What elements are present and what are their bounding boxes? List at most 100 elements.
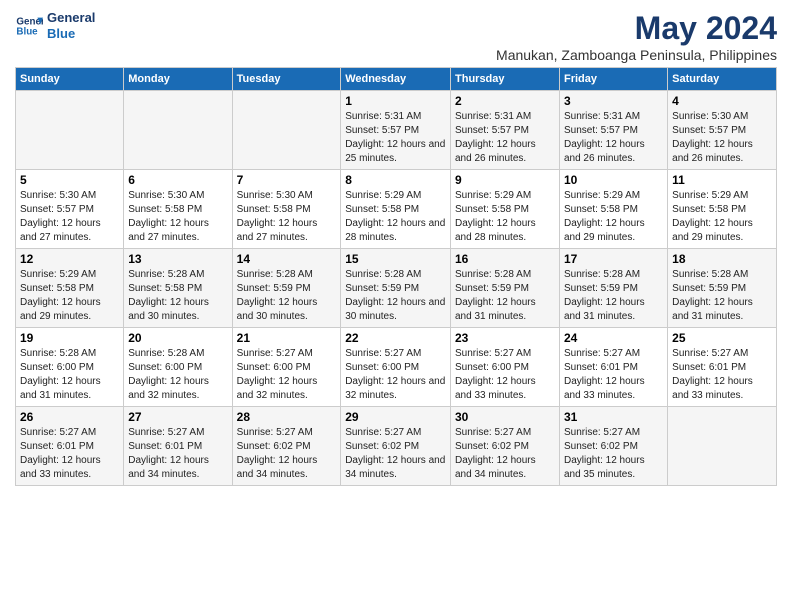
calendar-cell — [124, 91, 232, 170]
day-number: 11 — [672, 173, 772, 187]
calendar-week-row: 19 Sunrise: 5:28 AM Sunset: 6:00 PM Dayli… — [16, 328, 777, 407]
calendar-cell: 21 Sunrise: 5:27 AM Sunset: 6:00 PM Dayli… — [232, 328, 341, 407]
day-info: Sunrise: 5:30 AM Sunset: 5:58 PM Dayligh… — [128, 189, 227, 245]
day-header-thursday: Thursday — [451, 68, 560, 91]
calendar-cell: 3 Sunrise: 5:31 AM Sunset: 5:57 PM Daylig… — [559, 91, 667, 170]
day-number: 25 — [672, 331, 772, 345]
day-number: 2 — [455, 94, 555, 108]
day-header-saturday: Saturday — [668, 68, 777, 91]
day-info: Sunrise: 5:29 AM Sunset: 5:58 PM Dayligh… — [455, 189, 555, 245]
day-number: 4 — [672, 94, 772, 108]
day-number: 30 — [455, 410, 555, 424]
day-number: 22 — [345, 331, 446, 345]
calendar-cell: 7Sunrise: 5:30 AM Sunset: 5:58 PM Daylig… — [232, 170, 341, 249]
calendar-cell: 9 Sunrise: 5:29 AM Sunset: 5:58 PM Daylig… — [451, 170, 560, 249]
calendar-cell: 4 Sunrise: 5:30 AM Sunset: 5:57 PM Daylig… — [668, 91, 777, 170]
calendar-cell: 2Sunrise: 5:31 AM Sunset: 5:57 PM Daylig… — [451, 91, 560, 170]
day-info: Sunrise: 5:27 AM Sunset: 6:01 PM Dayligh… — [672, 347, 772, 403]
calendar-week-row: 5 Sunrise: 5:30 AM Sunset: 5:57 PM Daylig… — [16, 170, 777, 249]
logo-text: General Blue — [47, 10, 95, 41]
day-info: Sunrise: 5:27 AM Sunset: 6:00 PM Dayligh… — [455, 347, 555, 403]
logo-icon: General Blue — [15, 12, 43, 40]
calendar-cell: 15 Sunrise: 5:28 AM Sunset: 5:59 PM Dayli… — [341, 249, 451, 328]
calendar-cell: 19 Sunrise: 5:28 AM Sunset: 6:00 PM Dayli… — [16, 328, 124, 407]
day-info: Sunrise: 5:30 AM Sunset: 5:57 PM Dayligh… — [20, 189, 119, 245]
day-number: 29 — [345, 410, 446, 424]
calendar-cell: 31 Sunrise: 5:27 AM Sunset: 6:02 PM Dayli… — [559, 407, 667, 486]
day-header-monday: Monday — [124, 68, 232, 91]
day-info: Sunrise: 5:29 AM Sunset: 5:58 PM Dayligh… — [20, 268, 119, 324]
calendar-week-row: 26 Sunrise: 5:27 AM Sunset: 6:01 PM Dayli… — [16, 407, 777, 486]
calendar-cell: 27Sunrise: 5:27 AM Sunset: 6:01 PM Dayli… — [124, 407, 232, 486]
svg-text:Blue: Blue — [16, 26, 38, 37]
day-number: 6 — [128, 173, 227, 187]
day-info: Sunrise: 5:28 AM Sunset: 6:00 PM Dayligh… — [128, 347, 227, 403]
title-block: May 2024 Manukan, Zamboanga Peninsula, P… — [496, 10, 777, 63]
day-info: Sunrise: 5:27 AM Sunset: 6:02 PM Dayligh… — [564, 426, 663, 482]
day-info: Sunrise: 5:28 AM Sunset: 6:00 PM Dayligh… — [20, 347, 119, 403]
day-info: Sunrise: 5:30 AM Sunset: 5:58 PM Dayligh… — [237, 189, 337, 245]
day-info: Sunrise: 5:28 AM Sunset: 5:59 PM Dayligh… — [564, 268, 663, 324]
day-number: 15 — [345, 252, 446, 266]
day-number: 26 — [20, 410, 119, 424]
calendar-week-row: 1Sunrise: 5:31 AM Sunset: 5:57 PM Daylig… — [16, 91, 777, 170]
main-title: May 2024 — [496, 10, 777, 47]
day-number: 31 — [564, 410, 663, 424]
calendar-cell: 22 Sunrise: 5:27 AM Sunset: 6:00 PM Dayli… — [341, 328, 451, 407]
calendar-cell: 16Sunrise: 5:28 AM Sunset: 5:59 PM Dayli… — [451, 249, 560, 328]
calendar-cell: 29 Sunrise: 5:27 AM Sunset: 6:02 PM Dayli… — [341, 407, 451, 486]
day-info: Sunrise: 5:28 AM Sunset: 5:59 PM Dayligh… — [455, 268, 555, 324]
day-number: 28 — [237, 410, 337, 424]
calendar-cell: 30 Sunrise: 5:27 AM Sunset: 6:02 PM Dayli… — [451, 407, 560, 486]
day-number: 27 — [128, 410, 227, 424]
calendar-cell: 12 Sunrise: 5:29 AM Sunset: 5:58 PM Dayli… — [16, 249, 124, 328]
day-header-wednesday: Wednesday — [341, 68, 451, 91]
calendar-cell: 26 Sunrise: 5:27 AM Sunset: 6:01 PM Dayli… — [16, 407, 124, 486]
calendar-cell: 20Sunrise: 5:28 AM Sunset: 6:00 PM Dayli… — [124, 328, 232, 407]
day-info: Sunrise: 5:29 AM Sunset: 5:58 PM Dayligh… — [672, 189, 772, 245]
day-info: Sunrise: 5:27 AM Sunset: 6:02 PM Dayligh… — [345, 426, 446, 482]
calendar-table: SundayMondayTuesdayWednesdayThursdayFrid… — [15, 67, 777, 486]
calendar-cell: 18Sunrise: 5:28 AM Sunset: 5:59 PM Dayli… — [668, 249, 777, 328]
page-header: General Blue General Blue May 2024 Manuk… — [15, 10, 777, 63]
day-number: 21 — [237, 331, 337, 345]
calendar-cell: 25 Sunrise: 5:27 AM Sunset: 6:01 PM Dayli… — [668, 328, 777, 407]
day-number: 3 — [564, 94, 663, 108]
day-number: 12 — [20, 252, 119, 266]
calendar-cell: 10Sunrise: 5:29 AM Sunset: 5:58 PM Dayli… — [559, 170, 667, 249]
day-info: Sunrise: 5:27 AM Sunset: 6:02 PM Dayligh… — [455, 426, 555, 482]
day-info: Sunrise: 5:29 AM Sunset: 5:58 PM Dayligh… — [564, 189, 663, 245]
day-header-tuesday: Tuesday — [232, 68, 341, 91]
calendar-cell — [16, 91, 124, 170]
calendar-cell: 5 Sunrise: 5:30 AM Sunset: 5:57 PM Daylig… — [16, 170, 124, 249]
calendar-cell — [668, 407, 777, 486]
day-info: Sunrise: 5:28 AM Sunset: 5:59 PM Dayligh… — [672, 268, 772, 324]
day-info: Sunrise: 5:27 AM Sunset: 6:02 PM Dayligh… — [237, 426, 337, 482]
day-info: Sunrise: 5:30 AM Sunset: 5:57 PM Dayligh… — [672, 110, 772, 166]
day-number: 19 — [20, 331, 119, 345]
day-number: 24 — [564, 331, 663, 345]
logo: General Blue General Blue — [15, 10, 95, 41]
calendar-cell: 24 Sunrise: 5:27 AM Sunset: 6:01 PM Dayli… — [559, 328, 667, 407]
day-info: Sunrise: 5:27 AM Sunset: 6:00 PM Dayligh… — [345, 347, 446, 403]
calendar-header-row: SundayMondayTuesdayWednesdayThursdayFrid… — [16, 68, 777, 91]
day-info: Sunrise: 5:27 AM Sunset: 6:01 PM Dayligh… — [20, 426, 119, 482]
day-info: Sunrise: 5:31 AM Sunset: 5:57 PM Dayligh… — [564, 110, 663, 166]
day-number: 8 — [345, 173, 446, 187]
day-info: Sunrise: 5:27 AM Sunset: 6:01 PM Dayligh… — [564, 347, 663, 403]
day-header-sunday: Sunday — [16, 68, 124, 91]
calendar-cell — [232, 91, 341, 170]
calendar-cell: 11 Sunrise: 5:29 AM Sunset: 5:58 PM Dayli… — [668, 170, 777, 249]
day-number: 5 — [20, 173, 119, 187]
day-info: Sunrise: 5:28 AM Sunset: 5:58 PM Dayligh… — [128, 268, 227, 324]
subtitle: Manukan, Zamboanga Peninsula, Philippine… — [496, 47, 777, 63]
day-info: Sunrise: 5:28 AM Sunset: 5:59 PM Dayligh… — [237, 268, 337, 324]
day-header-friday: Friday — [559, 68, 667, 91]
day-info: Sunrise: 5:27 AM Sunset: 6:00 PM Dayligh… — [237, 347, 337, 403]
day-info: Sunrise: 5:31 AM Sunset: 5:57 PM Dayligh… — [345, 110, 446, 166]
day-info: Sunrise: 5:28 AM Sunset: 5:59 PM Dayligh… — [345, 268, 446, 324]
calendar-cell: 14Sunrise: 5:28 AM Sunset: 5:59 PM Dayli… — [232, 249, 341, 328]
day-number: 9 — [455, 173, 555, 187]
day-number: 17 — [564, 252, 663, 266]
calendar-cell: 1Sunrise: 5:31 AM Sunset: 5:57 PM Daylig… — [341, 91, 451, 170]
